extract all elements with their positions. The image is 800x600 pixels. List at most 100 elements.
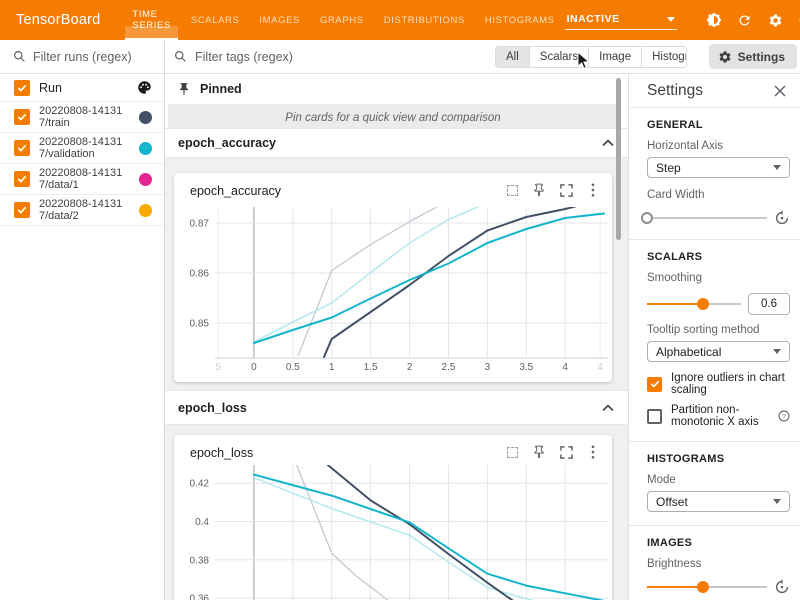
chevron-down-icon	[667, 17, 675, 22]
smoothing-slider[interactable]	[647, 297, 741, 311]
run-color-dot	[139, 173, 152, 186]
section-header-epoch-loss[interactable]: epoch_loss	[165, 390, 628, 425]
reset-icon[interactable]	[774, 210, 790, 226]
tab-distributions[interactable]: DISTRIBUTIONS	[374, 0, 475, 40]
pin-icon[interactable]	[532, 445, 546, 459]
partition-x-axis-row: Partition non-monotonic X axis ?	[647, 404, 790, 428]
run-checkbox[interactable]	[14, 171, 30, 187]
svg-text:1: 1	[329, 362, 335, 372]
scrollbar-thumb[interactable]	[616, 78, 621, 240]
more-menu-icon[interactable]	[586, 183, 600, 197]
run-row-validation[interactable]: 20220808-141317/validation	[0, 133, 164, 164]
refresh-icon[interactable]	[737, 12, 753, 28]
app-header: TensorBoard TIME SERIES SCALARS IMAGES G…	[0, 0, 800, 40]
run-row-data-1[interactable]: 20220808-141317/data/1	[0, 164, 164, 195]
filter-tags-input[interactable]	[195, 50, 495, 64]
svg-text:3.5: 3.5	[519, 362, 533, 372]
partition-x-axis-checkbox[interactable]	[647, 409, 662, 424]
section-body-epoch-accuracy: epoch_accuracy 00.511.522.533.54540.850.…	[165, 158, 628, 390]
svg-text:0.5: 0.5	[286, 362, 300, 372]
tags-toolbar: All Scalars Image Histogram Settings	[165, 40, 800, 74]
runs-sidebar: Run 20220808-141317/train 20220808-14131…	[0, 40, 165, 600]
histogram-mode-select[interactable]: Offset	[647, 491, 790, 512]
settings-title: Settings	[647, 82, 703, 100]
section-header-epoch-accuracy[interactable]: epoch_accuracy	[165, 128, 628, 158]
brightness-control	[647, 579, 790, 595]
svg-text:0.36: 0.36	[190, 594, 210, 600]
smoothing-value-input[interactable]: 0.6	[748, 293, 790, 315]
more-menu-icon[interactable]	[586, 445, 600, 459]
settings-panel: Settings GENERAL Horizontal Axis Step Ca…	[628, 74, 800, 600]
card-width-control	[647, 210, 790, 226]
divider	[629, 239, 800, 240]
scalar-card-epoch-accuracy: epoch_accuracy 00.511.522.533.54540.850.…	[174, 173, 612, 382]
settings-panel-header: Settings	[629, 74, 800, 108]
svg-text:3: 3	[485, 362, 491, 372]
gear-icon	[718, 50, 732, 64]
search-icon	[174, 50, 187, 63]
fullscreen-icon[interactable]	[559, 445, 573, 459]
fullscreen-icon[interactable]	[559, 183, 573, 197]
reset-icon[interactable]	[774, 579, 790, 595]
run-checkbox[interactable]	[14, 140, 30, 156]
card-width-slider[interactable]	[647, 211, 767, 225]
chevron-up-icon[interactable]	[602, 134, 614, 152]
main-nav: TIME SERIES SCALARS IMAGES GRAPHS DISTRI…	[122, 0, 564, 40]
epoch-loss-chart[interactable]: 0.420.40.380.36	[188, 465, 608, 600]
epoch-accuracy-chart[interactable]: 00.511.522.533.54540.850.860.87	[188, 207, 608, 372]
pinned-empty-state: Pin cards for a quick view and compariso…	[168, 104, 618, 131]
pin-icon[interactable]	[532, 183, 546, 197]
run-row-train[interactable]: 20220808-141317/train	[0, 102, 164, 133]
tab-scalars[interactable]: SCALARS	[181, 0, 250, 40]
filter-image-button[interactable]: Image	[589, 47, 642, 67]
scalars-heading: SCALARS	[647, 251, 790, 263]
gear-icon[interactable]	[768, 12, 784, 28]
run-checkbox[interactable]	[14, 109, 30, 125]
images-heading: IMAGES	[647, 537, 790, 549]
tab-time-series[interactable]: TIME SERIES	[122, 0, 180, 40]
card-title: epoch_loss	[190, 446, 253, 460]
slider-thumb[interactable]	[641, 212, 653, 224]
chevron-up-icon[interactable]	[602, 399, 614, 417]
reload-status-select[interactable]: INACTIVE	[565, 10, 677, 30]
svg-text:2: 2	[407, 362, 413, 372]
settings-button[interactable]: Settings	[709, 44, 797, 69]
smoothing-control: 0.6	[647, 293, 790, 315]
chevron-down-icon	[773, 499, 781, 504]
tab-histograms[interactable]: HISTOGRAMS	[475, 0, 565, 40]
search-icon	[13, 50, 26, 63]
brightness-slider[interactable]	[647, 580, 767, 594]
tooltip-sorting-label: Tooltip sorting method	[647, 324, 790, 336]
section-body-epoch-loss: epoch_loss 0.420.40.380.36	[165, 425, 628, 600]
palette-icon[interactable]	[137, 80, 152, 95]
tab-images[interactable]: IMAGES	[249, 0, 310, 40]
horizontal-axis-label: Horizontal Axis	[647, 140, 790, 152]
slider-thumb[interactable]	[697, 298, 709, 310]
tensorboard-app: TensorBoard TIME SERIES SCALARS IMAGES G…	[0, 0, 800, 600]
run-checkbox[interactable]	[14, 202, 30, 218]
help-icon[interactable]: ?	[778, 410, 790, 422]
slider-thumb[interactable]	[697, 581, 709, 593]
fit-domain-icon[interactable]	[505, 445, 519, 459]
tab-graphs[interactable]: GRAPHS	[310, 0, 374, 40]
brightness-icon[interactable]	[706, 12, 722, 28]
fit-domain-icon[interactable]	[505, 183, 519, 197]
close-icon[interactable]	[772, 83, 788, 99]
filter-tags-search	[174, 50, 495, 64]
general-heading: GENERAL	[647, 119, 790, 131]
run-select-all-checkbox[interactable]	[14, 80, 30, 96]
horizontal-axis-select[interactable]: Step	[647, 157, 790, 178]
run-row-data-2[interactable]: 20220808-141317/data/2	[0, 195, 164, 226]
svg-text:0.4: 0.4	[195, 517, 209, 528]
filter-all-button[interactable]: All	[496, 47, 530, 67]
filter-histogram-button[interactable]: Histogram	[642, 47, 687, 67]
mouse-cursor	[577, 51, 591, 70]
tooltip-sorting-select[interactable]: Alphabetical	[647, 341, 790, 362]
svg-text:0.86: 0.86	[190, 269, 210, 280]
svg-text:1.5: 1.5	[364, 362, 378, 372]
filter-runs-input[interactable]	[33, 50, 151, 64]
card-width-label: Card Width	[647, 189, 790, 201]
pinned-title: Pinned	[200, 82, 242, 96]
ignore-outliers-checkbox[interactable]	[647, 377, 662, 392]
card-title: epoch_accuracy	[190, 184, 281, 198]
